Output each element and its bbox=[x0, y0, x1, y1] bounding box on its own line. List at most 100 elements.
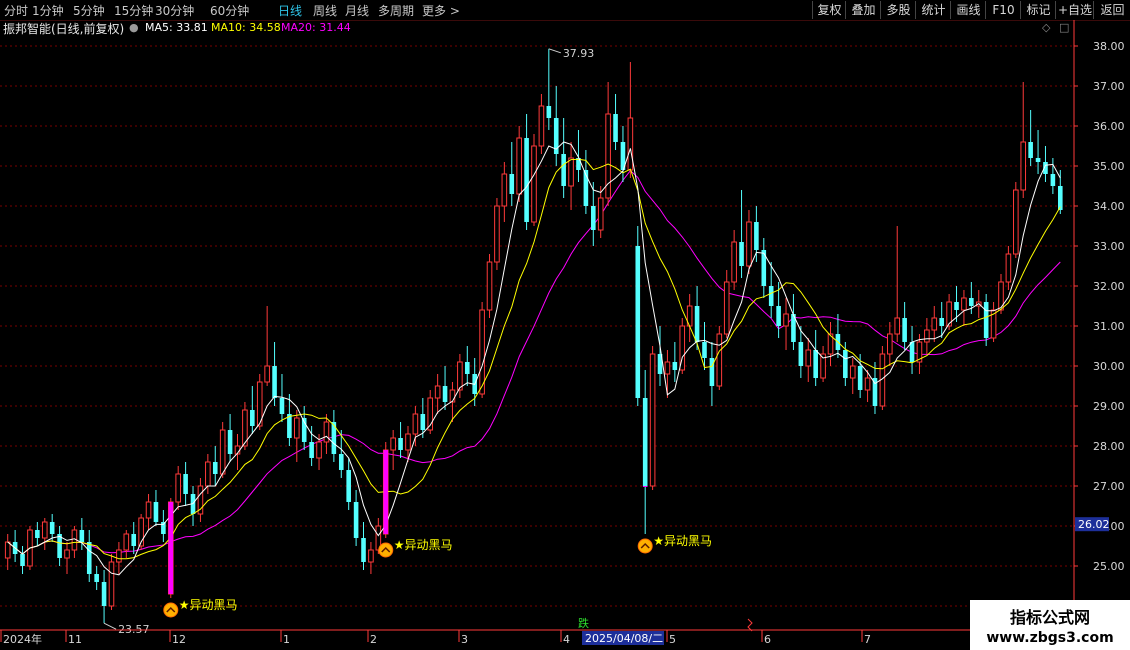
candle-body bbox=[887, 333, 893, 355]
x-tick-label: 3 bbox=[461, 633, 468, 646]
candle-body bbox=[909, 342, 915, 362]
candle-body bbox=[183, 474, 188, 494]
candle-body bbox=[94, 574, 99, 582]
candle-body bbox=[353, 502, 359, 538]
y-tick-label: 32.00 bbox=[1093, 280, 1125, 293]
x-tick-label: 2024年 bbox=[3, 632, 42, 646]
candle-body bbox=[642, 398, 648, 486]
candle-body bbox=[591, 206, 596, 230]
candle-body bbox=[293, 417, 300, 439]
candle-body bbox=[20, 554, 25, 566]
candle-body bbox=[776, 306, 781, 326]
candle-body bbox=[131, 534, 137, 546]
candle-body bbox=[101, 582, 107, 606]
high-label: 37.93 bbox=[563, 47, 595, 60]
y-tick-label: 30.00 bbox=[1093, 360, 1125, 373]
candle-body bbox=[123, 533, 130, 551]
x-tick-label: 2 bbox=[370, 633, 377, 646]
candle-body bbox=[1005, 253, 1012, 283]
candle-body bbox=[219, 429, 226, 475]
candle-body bbox=[153, 502, 159, 522]
x-tick-label: 7 bbox=[864, 633, 871, 646]
candle-body bbox=[434, 385, 441, 399]
candle-body bbox=[279, 398, 285, 414]
watermark-title: 指标公式网 bbox=[1009, 608, 1090, 627]
y-tick-label: 36.00 bbox=[1093, 120, 1125, 133]
candle-body bbox=[538, 105, 545, 147]
candle-body bbox=[1013, 189, 1019, 255]
candle-body bbox=[754, 222, 759, 250]
candle-body bbox=[798, 342, 804, 366]
x-tick-label: 5 bbox=[669, 633, 676, 646]
signals: 37.9323.57★异动黑马★异动黑马 ★异动黑马 bbox=[103, 47, 712, 636]
candle-body bbox=[272, 366, 277, 398]
date-highlight-label: 2025/04/08/二 bbox=[585, 632, 663, 645]
candle-body bbox=[597, 197, 604, 231]
candle-body bbox=[41, 521, 48, 539]
y-tick-label: 33.00 bbox=[1093, 240, 1125, 253]
ma20-line bbox=[7, 169, 1061, 555]
y-tick-label: 37.00 bbox=[1093, 80, 1125, 93]
candle-body bbox=[894, 317, 901, 335]
y-tick-label: 35.00 bbox=[1093, 160, 1125, 173]
candle-body bbox=[457, 361, 463, 391]
candle-body bbox=[723, 281, 730, 335]
candle-body bbox=[516, 137, 522, 195]
candle-body bbox=[1057, 186, 1063, 210]
candle-body bbox=[86, 542, 92, 574]
candle-body bbox=[323, 421, 330, 443]
candle-body bbox=[524, 138, 529, 222]
candle-body bbox=[805, 349, 812, 367]
candle-body bbox=[664, 361, 671, 375]
candle-body bbox=[486, 261, 493, 311]
watermark: 指标公式网 www.zbgs3.com bbox=[970, 600, 1130, 650]
x-tick-label: 1 bbox=[283, 633, 290, 646]
candle-body bbox=[1020, 141, 1027, 191]
watermark-url: www.zbgs3.com bbox=[986, 630, 1114, 646]
candle-body bbox=[264, 365, 270, 383]
candle-body bbox=[309, 442, 314, 458]
candle-body bbox=[405, 433, 411, 451]
candle-body bbox=[116, 549, 122, 563]
y-tick-label: 34.00 bbox=[1093, 200, 1125, 213]
candle-body bbox=[175, 473, 181, 503]
signal-icon bbox=[163, 602, 179, 618]
candle-body bbox=[864, 377, 871, 391]
candle-body bbox=[635, 246, 641, 398]
candles bbox=[4, 48, 1063, 624]
candle-body bbox=[49, 522, 55, 534]
signal-label: ★异动黑马 bbox=[394, 538, 453, 552]
y-tick-label: 25.00 bbox=[1093, 560, 1125, 573]
candle-body bbox=[746, 221, 752, 267]
ma20-polyline bbox=[7, 169, 1061, 555]
candle-body bbox=[731, 241, 737, 283]
signal-candle bbox=[642, 486, 648, 487]
signal-icon bbox=[378, 542, 394, 558]
signal-candle bbox=[383, 450, 389, 534]
signal-label: ★异动黑马 bbox=[179, 598, 238, 612]
candle-body bbox=[939, 318, 944, 326]
candle-body bbox=[983, 302, 989, 338]
candle-body bbox=[531, 145, 537, 223]
candle-body bbox=[420, 414, 426, 430]
high-pointer bbox=[548, 48, 561, 54]
candle-body bbox=[205, 461, 211, 487]
candle-body bbox=[961, 297, 967, 311]
y-tick-label: 29.00 bbox=[1093, 400, 1125, 413]
candle-body bbox=[739, 242, 744, 266]
candle-body bbox=[501, 173, 508, 207]
candle-body bbox=[494, 205, 500, 263]
candle-body bbox=[479, 309, 485, 395]
candle-body bbox=[813, 350, 818, 378]
candle-body bbox=[954, 302, 959, 310]
candle-body bbox=[250, 410, 255, 426]
candle-body bbox=[227, 430, 233, 454]
current-price-label: 26.02 bbox=[1078, 518, 1110, 531]
candle-body bbox=[768, 286, 774, 306]
candle-body bbox=[35, 530, 40, 538]
fall-marker: 跌 bbox=[578, 616, 589, 630]
x-tick-label: 12 bbox=[172, 633, 186, 646]
candle-body bbox=[613, 114, 618, 142]
candle-body bbox=[561, 154, 566, 186]
candle-body bbox=[546, 106, 552, 118]
